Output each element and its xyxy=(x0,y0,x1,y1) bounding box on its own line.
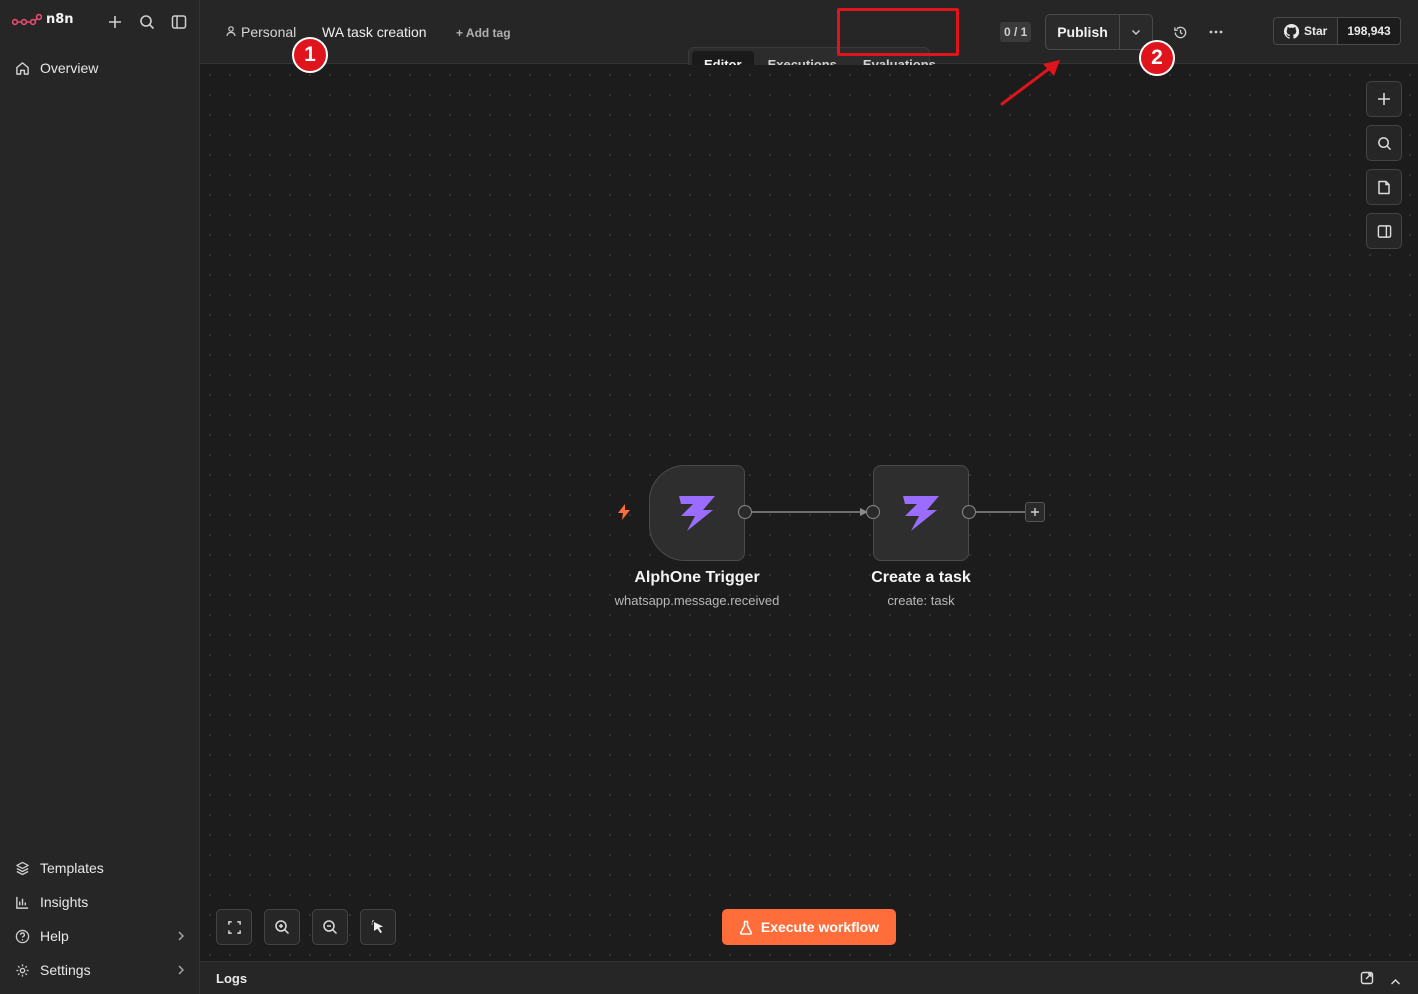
trigger-bolt-icon xyxy=(616,503,632,526)
zoom-in-icon xyxy=(275,920,290,935)
annotation-badge-2: 2 xyxy=(1139,40,1175,76)
node-create-task[interactable] xyxy=(873,465,969,561)
execute-workflow-button[interactable]: Execute workflow xyxy=(722,909,896,945)
alphone-bolt-icon xyxy=(903,496,939,531)
annotation-arrow-head xyxy=(1043,60,1060,76)
zoom-out-icon xyxy=(323,920,338,935)
chevron-up-icon[interactable] xyxy=(1390,973,1401,991)
flask-icon xyxy=(739,920,752,935)
fit-view-button[interactable] xyxy=(216,909,252,945)
node-input-handle[interactable] xyxy=(866,505,880,519)
node-output-handle[interactable] xyxy=(962,505,976,519)
node-subtitle: whatsapp.message.received xyxy=(614,593,780,608)
node-subtitle: create: task xyxy=(887,593,955,608)
plus-icon xyxy=(1031,508,1039,516)
tidy-up-button[interactable] xyxy=(360,909,396,945)
annotation-badge-1: 1 xyxy=(292,37,328,73)
node-alphone-trigger[interactable] xyxy=(649,465,745,561)
node-title: AlphOne Trigger xyxy=(634,569,760,586)
add-next-node-button[interactable] xyxy=(1025,502,1045,522)
zoom-in-button[interactable] xyxy=(264,909,300,945)
execute-workflow-label: Execute workflow xyxy=(760,919,880,935)
logs-label: Logs xyxy=(216,971,248,986)
alphone-bolt-icon xyxy=(679,496,715,531)
publish-highlight-box xyxy=(837,8,959,56)
node-output-handle[interactable] xyxy=(738,505,752,519)
zoom-out-button[interactable] xyxy=(312,909,348,945)
node-title: Create a task xyxy=(871,569,971,586)
popout-icon[interactable] xyxy=(1360,971,1374,990)
fit-view-icon xyxy=(227,920,241,934)
annotation-arrow-line xyxy=(1000,66,1052,106)
logs-bar[interactable]: Logs xyxy=(200,961,1418,994)
magic-cursor-icon xyxy=(371,919,383,934)
